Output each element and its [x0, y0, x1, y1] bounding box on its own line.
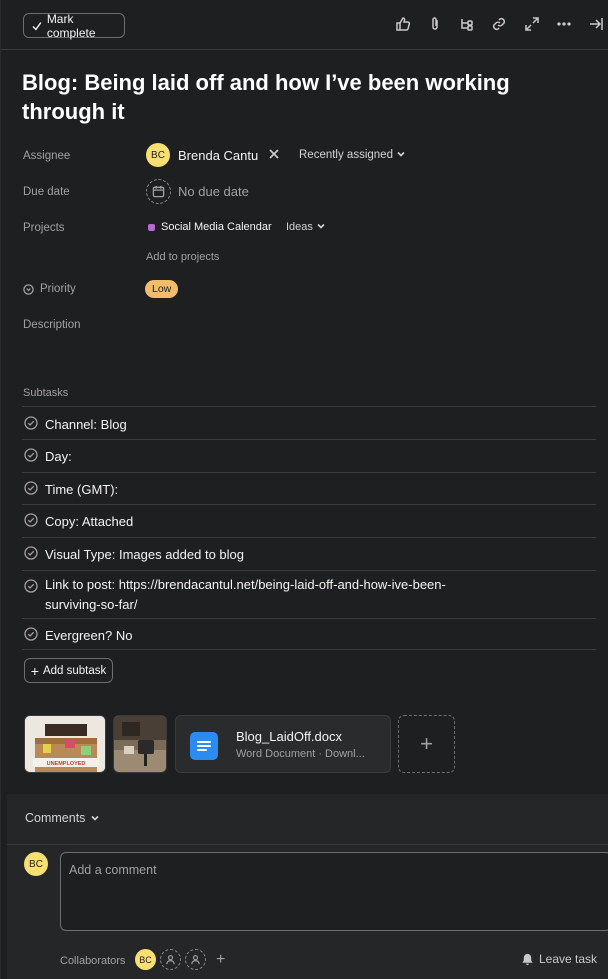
mark-complete-button[interactable]: Mark complete — [23, 11, 125, 40]
add-to-projects-link[interactable]: Add to projects — [146, 251, 219, 263]
check-circle-icon[interactable] — [24, 579, 38, 593]
avatar: BC — [24, 852, 48, 876]
remove-assignee-icon[interactable] — [268, 147, 282, 161]
projects-label: Projects — [23, 222, 65, 234]
document-meta: Word Document · Downl... — [236, 748, 365, 760]
priority-label: Priority — [23, 283, 76, 295]
subtask-text[interactable]: Day: — [45, 447, 72, 466]
subtask-row[interactable]: Visual Type: Images added to blog — [22, 537, 596, 570]
check-circle-icon[interactable] — [24, 416, 38, 430]
subtask-row[interactable]: Link to post: https://brendacantul.net/b… — [22, 570, 596, 618]
subtask-text[interactable]: Channel: Blog — [45, 415, 127, 434]
subtask-row[interactable]: Channel: Blog — [22, 406, 596, 439]
plus-icon: + — [420, 731, 433, 756]
comment-input[interactable]: Add a comment — [60, 852, 608, 931]
word-document-icon — [190, 732, 218, 760]
subtask-row[interactable]: Day: — [22, 439, 596, 472]
project-name: Social Media Calendar — [161, 221, 272, 233]
comments-heading: Comments — [25, 811, 86, 825]
check-circle-icon[interactable] — [24, 481, 38, 495]
subtasks-label: Subtasks — [23, 387, 69, 399]
check-circle-icon[interactable] — [24, 448, 38, 462]
project-tag[interactable]: Social Media Calendar — [148, 221, 272, 233]
mark-complete-label: Mark complete — [46, 11, 96, 40]
subtask-text[interactable]: Link to post: https://brendacantul.net/b… — [45, 575, 465, 615]
leave-task-button[interactable]: Leave task — [521, 952, 597, 966]
add-subtask-button[interactable]: + Add subtask — [24, 658, 113, 683]
document-name: Blog_LaidOff.docx — [236, 729, 342, 744]
priority-badge[interactable]: Low — [145, 280, 179, 298]
task-toolbar: Mark complete — [1, 0, 608, 50]
divider — [22, 649, 596, 650]
chevron-down-icon — [397, 149, 405, 161]
task-title[interactable]: Blog: Being laid off and how I’ve been w… — [22, 68, 582, 126]
expand-icon[interactable] — [523, 15, 541, 33]
project-color-dot — [148, 223, 155, 231]
subtask-row[interactable]: Evergreen? No — [22, 618, 596, 649]
office-chair-image — [114, 716, 166, 772]
svg-text:UNEMPLOYED: UNEMPLOYED — [47, 761, 86, 767]
task-detail-panel: Mark complete Blog: Being laid off and h… — [0, 0, 608, 979]
collaborators-list: BC + — [135, 949, 225, 970]
link-icon[interactable] — [490, 15, 508, 33]
description-label: Description — [23, 319, 81, 331]
collaborators-label: Collaborators — [60, 955, 126, 967]
checkmark-icon — [32, 21, 42, 30]
unemployed-box-image: UNEMPLOYED — [25, 716, 105, 772]
project-section-dropdown[interactable]: Ideas — [286, 221, 325, 233]
project-section-label: Ideas — [286, 221, 313, 233]
add-collaborator-icon[interactable]: + — [216, 951, 225, 969]
subtask-text[interactable]: Visual Type: Images added to blog — [45, 545, 244, 564]
assignee-label: Assignee — [23, 150, 71, 162]
comments-toggle[interactable]: Comments — [25, 811, 100, 825]
check-circle-icon[interactable] — [24, 546, 38, 560]
chevron-down-icon — [91, 811, 100, 825]
due-date-label: Due date — [23, 186, 70, 198]
user-placeholder-icon[interactable] — [160, 949, 181, 970]
subtask-text[interactable]: Evergreen? No — [45, 626, 132, 645]
document-attachment[interactable]: Blog_LaidOff.docx Word Document · Downl.… — [175, 715, 391, 773]
more-icon[interactable] — [555, 15, 573, 33]
assignee-name: Brenda Cantu — [178, 147, 259, 163]
divider — [7, 844, 608, 845]
chevron-down-icon — [317, 221, 325, 233]
assignee-field[interactable]: BC Brenda Cantu — [146, 143, 258, 167]
subtask-row[interactable]: Copy: Attached — [22, 504, 596, 537]
priority-icon — [23, 283, 34, 295]
calendar-icon[interactable] — [146, 179, 171, 204]
priority-label-text: Priority — [40, 283, 76, 295]
image-attachment-thumbnail[interactable]: UNEMPLOYED — [24, 715, 106, 773]
comments-section: Comments BC Add a comment Collaborators … — [7, 794, 608, 979]
add-attachment-button[interactable]: + — [398, 715, 455, 773]
subtask-text[interactable]: Copy: Attached — [45, 512, 133, 531]
plus-icon: + — [30, 662, 39, 679]
subtask-list: Channel: Blog Day: Time (GMT): Copy: Att… — [22, 406, 596, 650]
recently-assigned-label: Recently assigned — [299, 149, 393, 161]
check-circle-icon[interactable] — [24, 627, 38, 641]
subtask-text[interactable]: Time (GMT): — [45, 480, 118, 499]
due-date-value[interactable]: No due date — [178, 184, 249, 199]
avatar: BC — [146, 143, 170, 167]
avatar[interactable]: BC — [135, 949, 156, 970]
subtask-icon[interactable] — [458, 15, 476, 33]
leave-task-label: Leave task — [539, 952, 598, 966]
recently-assigned-dropdown[interactable]: Recently assigned — [299, 149, 405, 161]
check-circle-icon[interactable] — [24, 513, 38, 527]
add-subtask-label: Add subtask — [42, 664, 107, 677]
bell-icon — [522, 953, 533, 965]
thumbs-up-icon[interactable] — [394, 15, 412, 33]
image-attachment-thumbnail[interactable] — [113, 715, 167, 773]
user-placeholder-icon[interactable] — [185, 949, 206, 970]
attachment-icon[interactable] — [426, 15, 444, 33]
subtask-row[interactable]: Time (GMT): — [22, 472, 596, 504]
close-panel-icon[interactable] — [587, 15, 605, 33]
